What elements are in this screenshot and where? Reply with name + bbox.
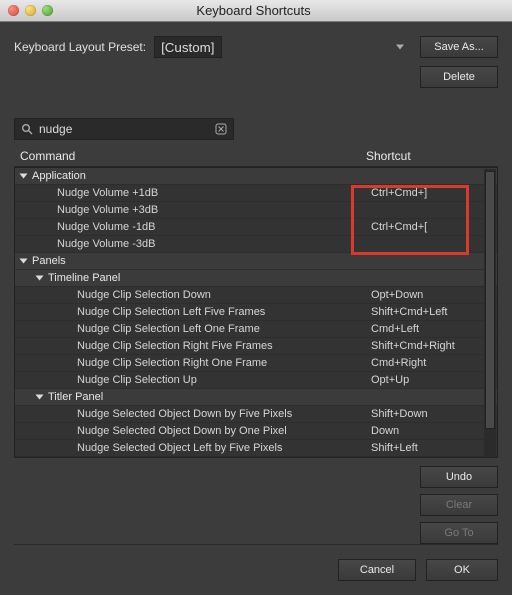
window-titlebar: Keyboard Shortcuts (0, 0, 512, 22)
tree-row-shortcut[interactable]: Shift+Cmd+Right (367, 340, 497, 352)
tree-row-label: Nudge Clip Selection Down (77, 289, 211, 301)
tree-row-shortcut[interactable]: Cmd+Right (367, 357, 497, 369)
tree-command[interactable]: Nudge Selected Object Left by One PixelL… (15, 457, 497, 458)
tree-row-shortcut[interactable]: Shift+Cmd+Left (367, 306, 497, 318)
clear-button[interactable]: Clear (420, 494, 498, 516)
tree-section[interactable]: Panels (15, 253, 497, 270)
tree-command[interactable]: Nudge Clip Selection Right Five Frames Sh… (15, 338, 497, 355)
tree-scrollbar[interactable] (484, 169, 496, 456)
tree-row-shortcut[interactable]: Ctrl+Cmd+[ (367, 221, 497, 233)
tree-command[interactable]: Nudge Clip Selection Left One Frame Cmd+L… (15, 321, 497, 338)
tree-row-label: Nudge Volume +1dB (57, 187, 158, 199)
disclosure-triangle-icon[interactable] (36, 276, 44, 281)
tree-row-label: Nudge Clip Selection Left Five Frames (77, 306, 265, 318)
save-as-button[interactable]: Save As... (420, 36, 498, 58)
dialog-body: Keyboard Layout Preset: [Custom] Save As… (0, 22, 512, 595)
tree-row-label: Nudge Volume -1dB (57, 221, 155, 233)
ok-button[interactable]: OK (426, 559, 498, 581)
tree-section[interactable]: Application (15, 168, 497, 185)
shortcuts-tree: ApplicationNudge Volume +1dBCtrl+Cmd+]Nu… (14, 167, 498, 458)
tree-row-label: Titler Panel (48, 391, 103, 403)
tree-command[interactable]: Nudge Volume +1dB Ctrl+Cmd+] (15, 185, 497, 202)
scrollbar-thumb[interactable] (485, 171, 495, 429)
tree-command[interactable]: Nudge Volume +3dB (15, 202, 497, 219)
disclosure-triangle-icon[interactable] (36, 395, 44, 400)
window-title: Keyboard Shortcuts (53, 3, 454, 18)
dialog-footer: Cancel OK (14, 544, 498, 595)
goto-button[interactable]: Go To (420, 522, 498, 544)
preset-select-wrap[interactable]: [Custom] (154, 36, 412, 58)
clear-search-icon[interactable] (215, 123, 227, 135)
preset-label: Keyboard Layout Preset: (14, 40, 146, 54)
search-input[interactable] (39, 122, 209, 136)
tree-row-label: Application (32, 170, 86, 182)
preset-select[interactable]: [Custom] (154, 36, 222, 58)
minimize-window-button[interactable] (25, 5, 36, 16)
tree-row-shortcut[interactable]: Down (367, 425, 497, 437)
disclosure-triangle-icon[interactable] (20, 259, 28, 264)
tree-command[interactable]: Nudge Volume -1dB Ctrl+Cmd+[ (15, 219, 497, 236)
shortcut-column-header[interactable]: Shortcut (366, 149, 496, 163)
tree-row-shortcut[interactable]: Shift+Down (367, 408, 497, 420)
tree-command[interactable]: Nudge Volume -3dB (15, 236, 497, 253)
tree-section[interactable]: Timeline Panel (15, 270, 497, 287)
command-column-header[interactable]: Command (20, 149, 366, 163)
tree-row-shortcut[interactable]: Cmd+Left (367, 323, 497, 335)
undo-button[interactable]: Undo (420, 466, 498, 488)
tree-row-label: Nudge Volume -3dB (57, 238, 155, 250)
tree-row-label: Nudge Selected Object Down by Five Pixel… (77, 408, 292, 420)
tree-command[interactable]: Nudge Clip Selection Down Opt+Down (15, 287, 497, 304)
search-icon (21, 123, 33, 135)
tree-row-label: Nudge Volume +3dB (57, 204, 158, 216)
tree-row-label: Nudge Clip Selection Right One Frame (77, 357, 267, 369)
tree-row-shortcut[interactable]: Ctrl+Cmd+] (367, 187, 497, 199)
tree-command[interactable]: Nudge Selected Object Down by One Pixel D… (15, 423, 497, 440)
tree-row-label: Nudge Clip Selection Left One Frame (77, 323, 260, 335)
tree-row-label: Nudge Clip Selection Right Five Frames (77, 340, 273, 352)
window-controls (8, 5, 53, 16)
close-window-button[interactable] (8, 5, 19, 16)
disclosure-triangle-icon[interactable] (20, 174, 28, 179)
tree-row-label: Nudge Clip Selection Up (77, 374, 197, 386)
tree-command[interactable]: Nudge Selected Object Down by Five Pixel… (15, 406, 497, 423)
tree-row-label: Panels (32, 255, 66, 267)
zoom-window-button[interactable] (42, 5, 53, 16)
tree-row-label: Timeline Panel (48, 272, 120, 284)
tree-header: Command Shortcut (14, 146, 498, 167)
tree-row-shortcut[interactable]: Shift+Left (367, 442, 497, 454)
tree-row-label: Nudge Selected Object Left by Five Pixel… (77, 442, 282, 454)
tree-row-shortcut[interactable]: Opt+Down (367, 289, 497, 301)
tree-command[interactable]: Nudge Clip Selection Up Opt+Up (15, 372, 497, 389)
tree-row-shortcut[interactable]: Opt+Up (367, 374, 497, 386)
tree-command[interactable]: Nudge Clip Selection Left Five Frames Shi… (15, 304, 497, 321)
tree-row-label: Nudge Selected Object Down by One Pixel (77, 425, 287, 437)
tree-section[interactable]: Titler Panel (15, 389, 497, 406)
search-field[interactable] (14, 118, 234, 140)
cancel-button[interactable]: Cancel (338, 559, 416, 581)
delete-preset-button[interactable]: Delete (420, 66, 498, 88)
tree-command[interactable]: Nudge Selected Object Left by Five Pixel… (15, 440, 497, 457)
tree-command[interactable]: Nudge Clip Selection Right One Frame Cmd+… (15, 355, 497, 372)
